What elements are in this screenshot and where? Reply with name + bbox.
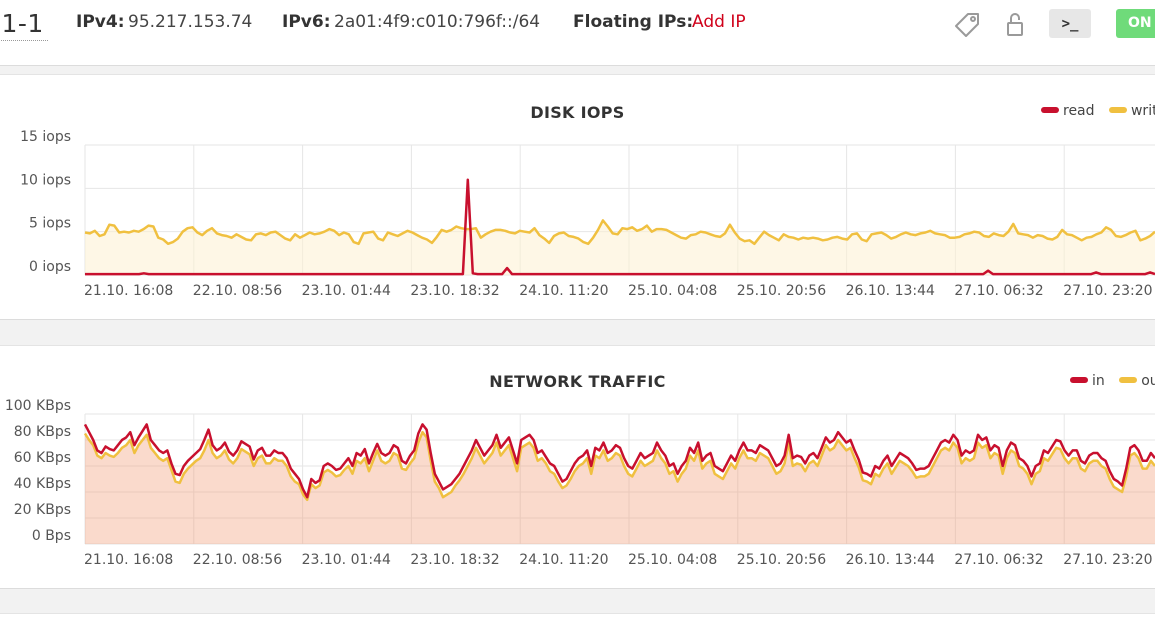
y-tick-label: 40 KBps — [14, 476, 71, 492]
y-tick-label: 0 iops — [29, 259, 71, 275]
x-tick-label: 27.10. 06:32 — [954, 283, 1043, 299]
x-tick-label: 27.10. 23:20 — [1063, 283, 1152, 299]
ipv4-label: IPv4: — [76, 12, 125, 32]
tag-icon — [955, 13, 979, 37]
disk-iops-panel: DISK IOPS read writ 15 iops 10 iops 5 iops… — [0, 74, 1155, 320]
server-header: l1-1 IPv4: 95.217.153.74 IPv6: 2a01:4f9:… — [0, 0, 1155, 66]
console-button[interactable]: >_ — [1049, 9, 1091, 38]
add-ip-link[interactable]: Add IP — [692, 12, 746, 32]
x-tick-label: 27.10. 06:32 — [954, 552, 1043, 568]
y-tick-label: 60 KBps — [14, 450, 71, 466]
y-tick-label: 80 KBps — [14, 424, 71, 440]
ipv6-label: IPv6: — [282, 12, 331, 32]
network-traffic-chart[interactable]: 100 KBps 80 KBps 60 KBps 40 KBps 20 KBps 0 Bp… — [0, 346, 1155, 590]
y-tick-label: 10 iops — [20, 172, 71, 188]
network-traffic-panel: NETWORK TRAFFIC in ou 100 KBps 80 KBps 60 … — [0, 345, 1155, 589]
x-tick-label: 23.10. 18:32 — [410, 552, 499, 568]
series-area-writ — [85, 220, 1155, 275]
ipv4-value[interactable]: 95.217.153.74 — [128, 12, 252, 32]
x-tick-label: 21.10. 16:08 — [84, 552, 173, 568]
y-tick-label: 15 iops — [20, 129, 71, 145]
next-panel-edge — [0, 613, 1155, 624]
console-icon: >_ — [1061, 15, 1079, 32]
x-tick-label: 23.10. 18:32 — [410, 283, 499, 299]
x-tick-label: 25.10. 20:56 — [737, 283, 826, 299]
protection-button[interactable] — [1000, 10, 1030, 40]
y-tick-label: 100 KBps — [5, 398, 71, 414]
x-tick-label: 21.10. 16:08 — [84, 283, 173, 299]
x-tick-label: 25.10. 20:56 — [737, 552, 826, 568]
x-tick-label: 23.10. 01:44 — [302, 283, 391, 299]
x-tick-label: 23.10. 01:44 — [302, 552, 391, 568]
server-name[interactable]: l1-1 — [0, 8, 48, 41]
x-tick-label: 24.10. 11:20 — [519, 283, 608, 299]
x-tick-label: 26.10. 13:44 — [846, 552, 935, 568]
power-toggle[interactable]: ON — [1116, 9, 1155, 38]
x-tick-label: 22.10. 08:56 — [193, 283, 282, 299]
lock-icon — [1007, 13, 1023, 36]
floating-ips-label: Floating IPs: — [573, 12, 694, 32]
labels-button[interactable] — [952, 10, 982, 40]
ipv6-value[interactable]: 2a01:4f9:c010:796f::/64 — [334, 12, 540, 32]
y-tick-label: 0 Bps — [32, 528, 71, 544]
disk-iops-chart[interactable]: 15 iops 10 iops 5 iops 0 iops 21.10. 16:08 22… — [0, 75, 1155, 321]
y-tick-label: 5 iops — [29, 216, 71, 232]
x-tick-label: 25.10. 04:08 — [628, 283, 717, 299]
x-tick-label: 24.10. 11:20 — [519, 552, 608, 568]
x-tick-label: 22.10. 08:56 — [193, 552, 282, 568]
x-tick-label: 26.10. 13:44 — [846, 283, 935, 299]
x-tick-label: 27.10. 23:20 — [1063, 552, 1152, 568]
y-tick-label: 20 KBps — [14, 502, 71, 518]
x-tick-label: 25.10. 04:08 — [628, 552, 717, 568]
